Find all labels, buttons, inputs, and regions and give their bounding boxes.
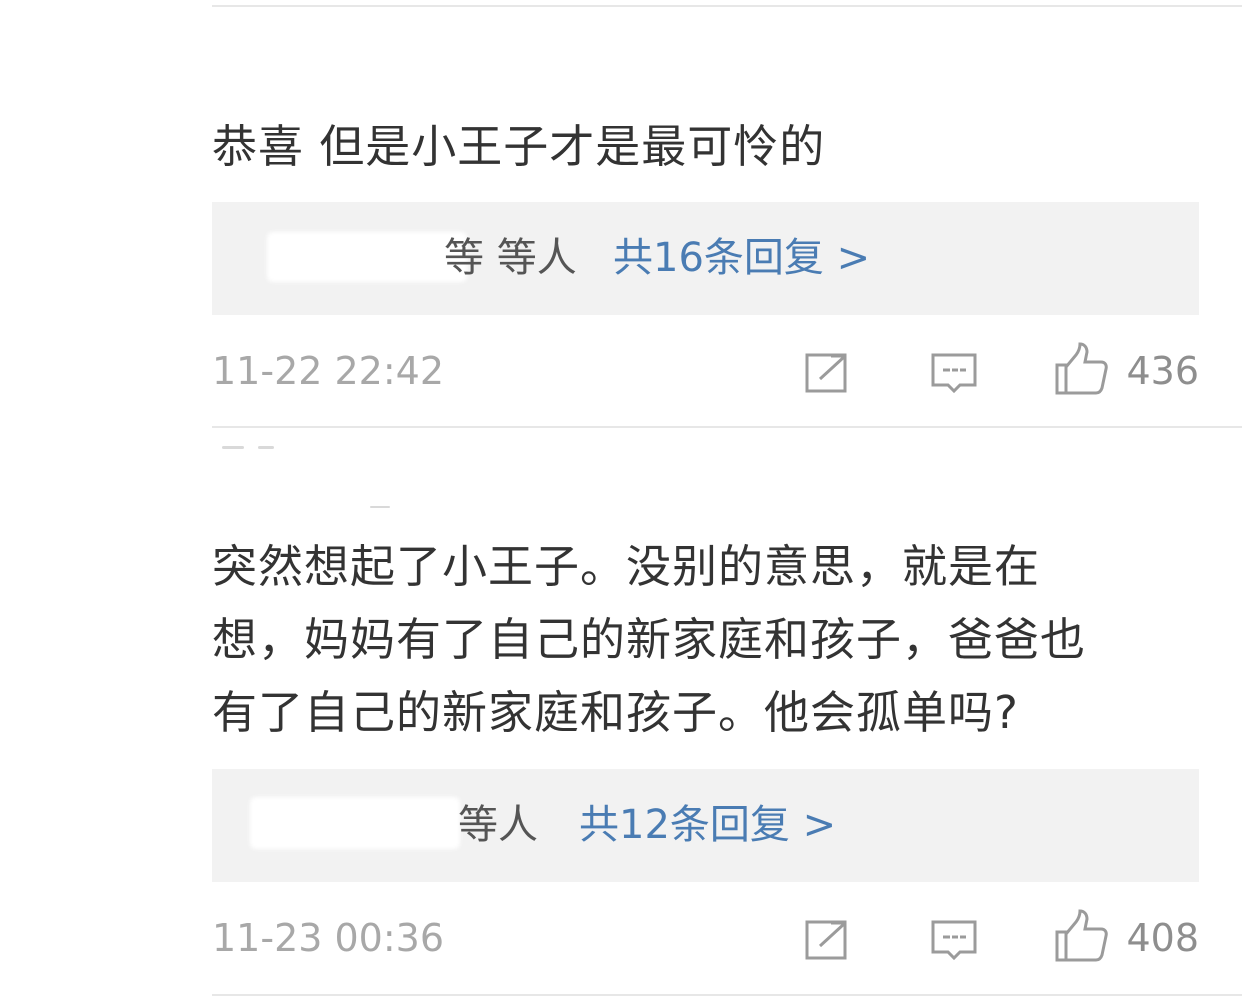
like-count: 436 <box>1126 349 1199 393</box>
bottom-divider <box>212 994 1242 996</box>
comment-text: 突然想起了小王子。没别的意思，就是在 想，妈妈有了自己的新家庭和孩子，爸爸也 有… <box>212 530 1212 749</box>
redacted-usernames <box>267 232 467 282</box>
share-icon[interactable] <box>804 347 854 397</box>
comment-meta: 11-23 00:36 408 <box>212 908 1199 968</box>
reply-names: 等人 <box>458 802 538 848</box>
view-replies-link[interactable]: 共16条回复 > <box>613 202 870 315</box>
reply-names: 等 等人 <box>444 235 577 281</box>
comment-meta: 11-22 22:42 436 <box>212 341 1199 401</box>
comment-icon[interactable] <box>930 347 980 397</box>
like-count: 408 <box>1126 916 1199 960</box>
comment-text: 恭喜 但是小王子才是最可怜的 <box>212 110 1212 183</box>
comment-text-line: 有了自己的新家庭和孩子。他会孤单吗? <box>212 686 1019 739</box>
timestamp: 11-22 22:42 <box>212 349 445 393</box>
reply-preview[interactable]: 等 等人 共16条回复 > <box>212 202 1199 315</box>
comment-divider <box>212 426 1242 428</box>
redacted-usernames <box>250 797 460 849</box>
top-divider <box>212 5 1242 7</box>
view-replies-link[interactable]: 共12条回复 > <box>579 769 836 882</box>
scan-artifact <box>222 446 244 449</box>
comment-text-line: 想，妈妈有了自己的新家庭和孩子，爸爸也 <box>212 613 1087 666</box>
thumbs-up-icon[interactable] <box>1054 341 1110 397</box>
reply-preview[interactable]: 等人 共12条回复 > <box>212 769 1199 882</box>
comment-text-line: 突然想起了小王子。没别的意思，就是在 <box>212 540 1041 593</box>
timestamp: 11-23 00:36 <box>212 916 445 960</box>
thumbs-up-icon[interactable] <box>1054 908 1110 964</box>
scan-artifact <box>258 446 274 449</box>
scan-artifact <box>370 506 390 508</box>
share-icon[interactable] <box>804 914 854 964</box>
comment-icon[interactable] <box>930 914 980 964</box>
comment-text-line: 恭喜 但是小王子才是最可怜的 <box>212 120 826 173</box>
